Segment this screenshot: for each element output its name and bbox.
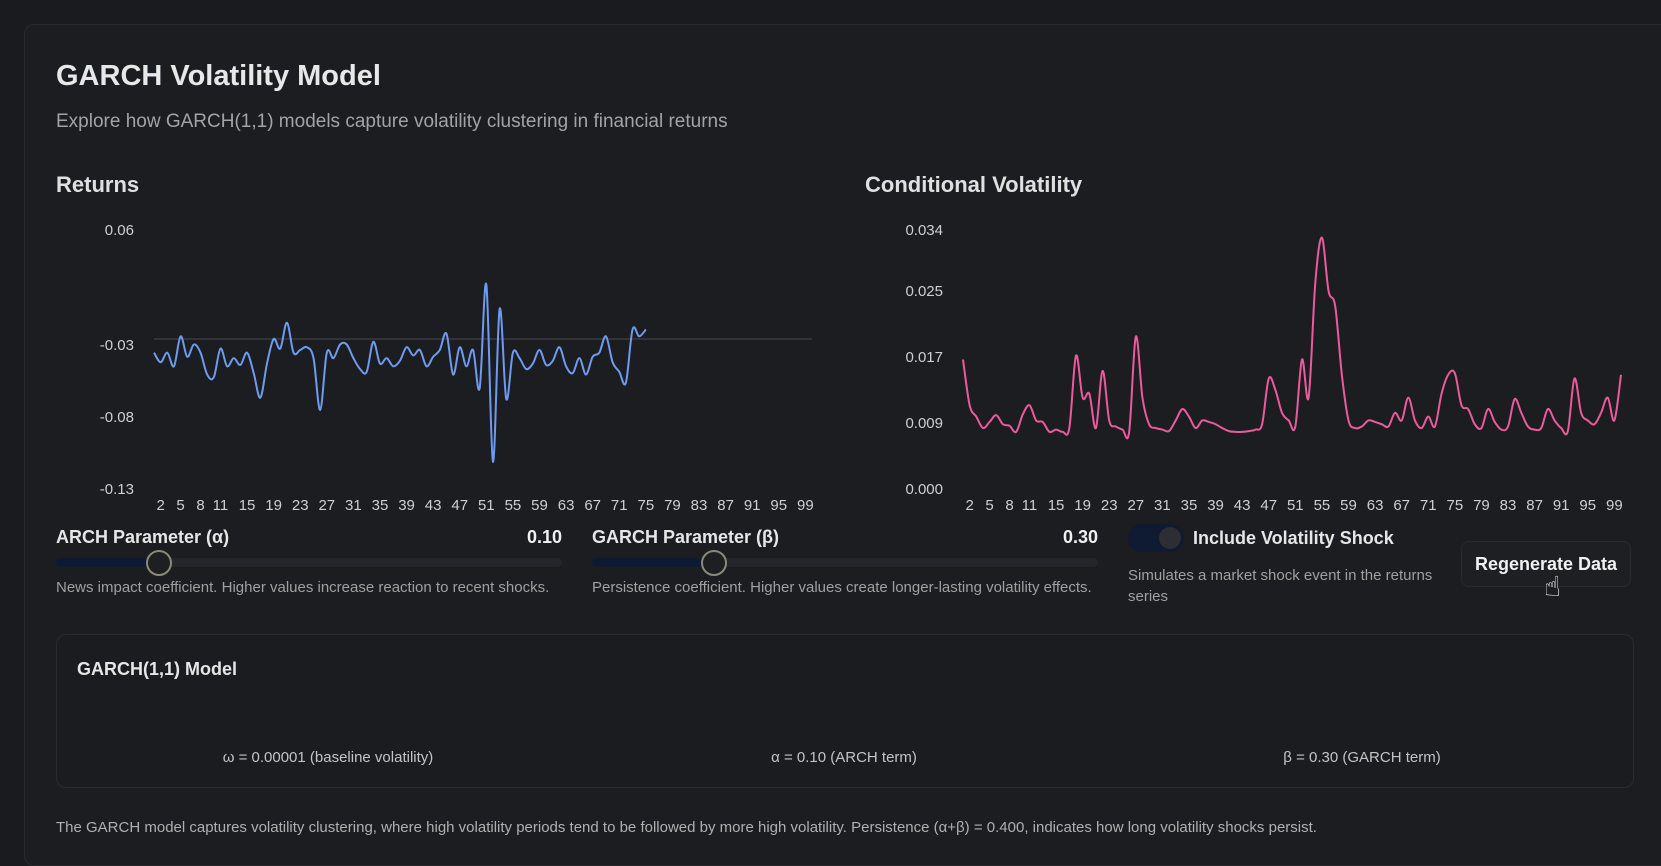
volatility-y-tick: 0.034 bbox=[905, 222, 943, 239]
returns-x-tick: 55 bbox=[505, 497, 522, 514]
volatility-x-tick: 91 bbox=[1553, 497, 1570, 514]
alpha-slider-fill bbox=[56, 558, 158, 567]
toggle-knob bbox=[1159, 527, 1181, 549]
alpha-slider-thumb[interactable] bbox=[146, 550, 173, 576]
returns-x-tick: 87 bbox=[717, 497, 734, 514]
volatility-shock-label: Include Volatility Shock bbox=[1193, 528, 1394, 548]
footnote: The GARCH model captures volatility clus… bbox=[56, 819, 1317, 836]
returns-x-tick: 23 bbox=[292, 497, 309, 514]
volatility-y-tick: 0.017 bbox=[905, 349, 943, 366]
volatility-x-tick: 19 bbox=[1074, 497, 1091, 514]
returns-x-tick: 8 bbox=[196, 497, 204, 514]
volatility-x-tick: 43 bbox=[1234, 497, 1251, 514]
beta-description: Persistence coefficient. Higher values c… bbox=[592, 579, 1092, 596]
returns-x-tick: 5 bbox=[176, 497, 184, 514]
volatility-x-tick: 95 bbox=[1579, 497, 1596, 514]
returns-x-tick: 75 bbox=[637, 497, 654, 514]
volatility-x-tick: 35 bbox=[1181, 497, 1198, 514]
returns-x-tick: 91 bbox=[744, 497, 761, 514]
beta-label: GARCH Parameter (β) bbox=[592, 527, 780, 547]
volatility-x-tick: 63 bbox=[1367, 497, 1384, 514]
page-title: GARCH Volatility Model bbox=[56, 60, 381, 92]
returns-x-tick: 27 bbox=[318, 497, 335, 514]
volatility-series-line bbox=[962, 236, 1622, 440]
returns-x-tick: 19 bbox=[265, 497, 282, 514]
returns-x-tick: 67 bbox=[584, 497, 601, 514]
volatility-x-tick: 83 bbox=[1500, 497, 1517, 514]
returns-x-tick: 2 bbox=[156, 497, 164, 514]
model-panel: GARCH(1,1) Model ω = 0.00001 (baseline v… bbox=[56, 634, 1634, 788]
volatility-shock-toggle[interactable] bbox=[1128, 524, 1184, 552]
alpha-description: News impact coefficient. Higher values i… bbox=[56, 579, 550, 596]
returns-y-tick: -0.13 bbox=[100, 481, 134, 498]
returns-chart-title: Returns bbox=[56, 172, 140, 197]
returns-series-line bbox=[153, 282, 647, 463]
volatility-x-tick: 99 bbox=[1606, 497, 1623, 514]
returns-x-tick: 51 bbox=[478, 497, 495, 514]
volatility-x-tick: 39 bbox=[1207, 497, 1224, 514]
volatility-x-tick: 47 bbox=[1260, 497, 1277, 514]
beta-slider-group: GARCH Parameter (β) 0.30 Persistence coe… bbox=[592, 527, 1098, 597]
beta-slider[interactable] bbox=[592, 550, 1098, 576]
alpha-slider-group: ARCH Parameter (α) 0.10 News impact coef… bbox=[56, 527, 562, 597]
volatility-x-tick: 23 bbox=[1101, 497, 1118, 514]
volatility-chart-title: Conditional Volatility bbox=[865, 172, 1083, 197]
volatility-chart: 0.034 0.025 0.017 0.009 0.000 2 5 8 11 15 19 23 27 31… bbox=[905, 222, 1623, 514]
returns-x-tick: 59 bbox=[531, 497, 548, 514]
returns-chart: 0.06 -0.03 -0.08 -0.13 2 5 8 11 15 19 23 27 31 35 39 43… bbox=[100, 222, 814, 514]
omega-term: ω = 0.00001 (baseline volatility) bbox=[222, 749, 434, 766]
beta-term: β = 0.30 (GARCH term) bbox=[1283, 749, 1441, 766]
volatility-x-tick: 5 bbox=[985, 497, 993, 514]
volatility-x-tick: 79 bbox=[1473, 497, 1490, 514]
model-title: GARCH(1,1) Model bbox=[77, 659, 238, 679]
returns-y-tick: 0.06 bbox=[105, 222, 134, 239]
returns-x-tick: 47 bbox=[451, 497, 468, 514]
volatility-x-tick: 51 bbox=[1287, 497, 1304, 514]
volatility-x-tick: 59 bbox=[1340, 497, 1357, 514]
volatility-shock-description: Simulates a market shock event in the re… bbox=[1128, 567, 1433, 605]
returns-x-tick: 31 bbox=[345, 497, 362, 514]
beta-value: 0.30 bbox=[1062, 527, 1098, 547]
volatility-y-tick: 0.009 bbox=[905, 415, 943, 432]
volatility-y-tick: 0.000 bbox=[905, 481, 943, 498]
volatility-x-tick: 67 bbox=[1393, 497, 1410, 514]
page-subtitle: Explore how GARCH(1,1) models capture vo… bbox=[56, 111, 728, 132]
returns-x-tick: 39 bbox=[398, 497, 415, 514]
volatility-x-tick: 75 bbox=[1446, 497, 1463, 514]
returns-x-tick: 35 bbox=[372, 497, 389, 514]
volatility-x-tick: 71 bbox=[1420, 497, 1437, 514]
alpha-term: α = 0.10 (ARCH term) bbox=[771, 749, 917, 766]
returns-x-tick: 71 bbox=[611, 497, 628, 514]
volatility-x-tick: 11 bbox=[1022, 497, 1038, 514]
volatility-y-tick: 0.025 bbox=[905, 283, 943, 300]
returns-x-tick: 79 bbox=[664, 497, 681, 514]
alpha-value: 0.10 bbox=[526, 527, 562, 547]
volatility-x-tick: 2 bbox=[965, 497, 973, 514]
returns-x-tick: 63 bbox=[558, 497, 575, 514]
volatility-x-tick: 15 bbox=[1048, 497, 1065, 514]
alpha-label: ARCH Parameter (α) bbox=[56, 527, 230, 547]
returns-x-tick: 43 bbox=[425, 497, 442, 514]
returns-y-tick: -0.03 bbox=[100, 337, 134, 354]
volatility-x-tick: 27 bbox=[1127, 497, 1144, 514]
returns-x-tick: 95 bbox=[770, 497, 787, 514]
volatility-x-tick: 31 bbox=[1154, 497, 1171, 514]
volatility-x-tick: 8 bbox=[1005, 497, 1013, 514]
hand-cursor-icon: ☝ bbox=[1544, 571, 1562, 602]
volatility-x-tick: 87 bbox=[1526, 497, 1543, 514]
returns-x-tick: 15 bbox=[239, 497, 256, 514]
returns-x-tick: 11 bbox=[213, 497, 229, 514]
returns-x-tick: 99 bbox=[797, 497, 814, 514]
volatility-x-tick: 55 bbox=[1314, 497, 1331, 514]
returns-y-tick: -0.08 bbox=[100, 409, 134, 426]
returns-x-tick: 83 bbox=[691, 497, 708, 514]
alpha-slider[interactable] bbox=[56, 550, 562, 576]
beta-slider-thumb[interactable] bbox=[701, 550, 728, 576]
beta-slider-fill bbox=[592, 558, 713, 567]
